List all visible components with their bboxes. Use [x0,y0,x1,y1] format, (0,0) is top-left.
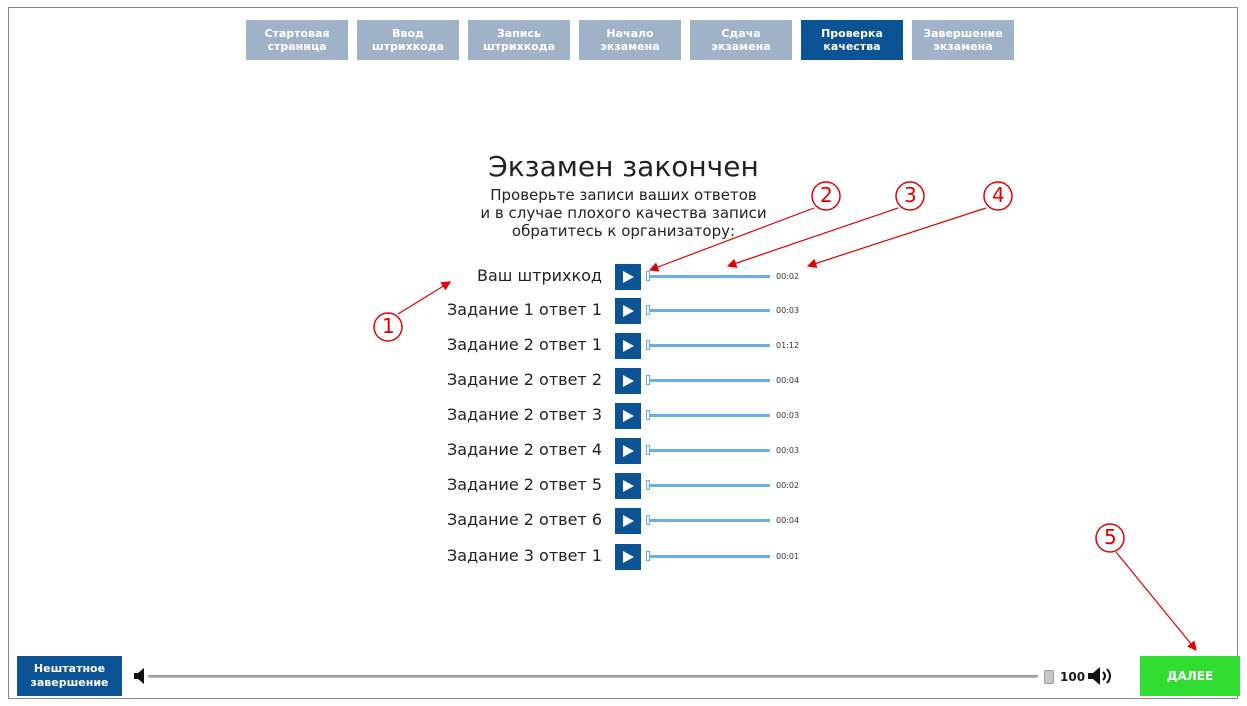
annotation-3: 3 [904,183,917,207]
recording-row: Задание 2 ответ 3 00:03 [0,403,1247,429]
play-icon [623,305,634,317]
step-quality-check: Проверка качества [801,20,903,60]
recording-row: Задание 3 ответ 1 00:01 [0,544,1247,570]
play-button[interactable] [615,544,641,570]
recording-duration: 00:04 [776,376,800,385]
recording-row: Задание 1 ответ 1 00:03 [0,298,1247,324]
recording-label: Задание 2 ответ 4 [447,440,602,459]
progress-thumb[interactable] [646,375,650,385]
progress-track[interactable] [648,344,770,347]
recording-duration: 00:04 [776,516,800,525]
play-icon [623,410,634,422]
volume-slider[interactable] [148,675,1038,678]
play-icon [623,445,634,457]
recording-row: Задание 2 ответ 6 00:04 [0,508,1247,534]
recording-duration: 00:02 [776,481,800,490]
annotation-2: 2 [820,183,833,207]
progress-thumb[interactable] [646,445,650,455]
play-icon [623,551,634,563]
recording-row: Задание 2 ответ 5 00:02 [0,473,1247,499]
page-subtitle: Проверьте записи ваших ответов и в случа… [480,186,767,240]
recording-label: Задание 2 ответ 5 [447,475,602,494]
progress-thumb[interactable] [646,410,650,420]
recording-row: Задание 2 ответ 4 00:03 [0,438,1247,464]
step-start-page: Стартовая страница [246,20,348,60]
step-exam-finish: Завершение экзамена [912,20,1014,60]
progress-track[interactable] [648,414,770,417]
recording-label: Задание 2 ответ 6 [447,510,602,529]
next-button[interactable]: ДАЛЕЕ [1140,656,1240,696]
progress-thumb[interactable] [646,480,650,490]
recording-duration: 00:03 [776,446,800,455]
progress-track[interactable] [648,309,770,312]
step-barcode-input: Ввод штрихкода [357,20,459,60]
recording-label: Задание 2 ответ 2 [447,370,602,389]
play-icon [623,480,634,492]
annotation-5: 5 [1104,525,1117,549]
page-title: Экзамен закончен [488,150,759,183]
recording-duration: 00:01 [776,552,800,561]
recording-label: Ваш штрихкод [476,266,602,285]
recording-duration: 00:02 [776,272,800,281]
recording-label: Задание 1 ответ 1 [447,300,602,319]
recording-label: Задание 2 ответ 3 [447,405,602,424]
progress-track[interactable] [648,379,770,382]
progress-thumb[interactable] [646,340,650,350]
volume-thumb[interactable] [1044,670,1054,684]
step-exam-submit: Сдача экзамена [690,20,792,60]
annotation-4: 4 [992,183,1005,207]
play-button[interactable] [615,264,641,290]
recording-row: Ваш штрихкод 00:02 [0,264,1247,290]
progress-thumb[interactable] [646,515,650,525]
recording-duration: 00:03 [776,411,800,420]
progress-thumb[interactable] [646,305,650,315]
volume-high-icon[interactable] [1088,666,1120,686]
annotation-1: 1 [382,314,395,338]
play-button[interactable] [615,473,641,499]
progress-track[interactable] [648,449,770,452]
play-button[interactable] [615,508,641,534]
recording-row: Задание 2 ответ 2 00:04 [0,368,1247,394]
progress-thumb[interactable] [646,551,650,561]
progress-track[interactable] [648,484,770,487]
recording-duration: 00:03 [776,306,800,315]
play-icon [623,375,634,387]
play-button[interactable] [615,368,641,394]
play-button[interactable] [615,438,641,464]
recording-row: Задание 2 ответ 1 01:12 [0,333,1247,359]
play-icon [623,271,634,283]
play-button[interactable] [615,298,641,324]
play-icon [623,515,634,527]
step-exam-start: Начало экзамена [579,20,681,60]
volume-mute-icon[interactable] [134,667,146,685]
play-button[interactable] [615,333,641,359]
step-barcode-record: Запись штрихкода [468,20,570,60]
progress-track[interactable] [648,519,770,522]
volume-value: 100 [1060,670,1086,684]
recording-duration: 01:12 [776,341,800,350]
progress-track[interactable] [648,555,770,558]
play-icon [623,340,634,352]
recording-label: Задание 2 ответ 1 [447,335,602,354]
recording-label: Задание 3 ответ 1 [447,546,602,565]
play-button[interactable] [615,403,641,429]
abort-button[interactable]: Нештатное завершение [17,656,122,696]
progress-track[interactable] [648,275,770,278]
progress-thumb[interactable] [646,271,650,281]
